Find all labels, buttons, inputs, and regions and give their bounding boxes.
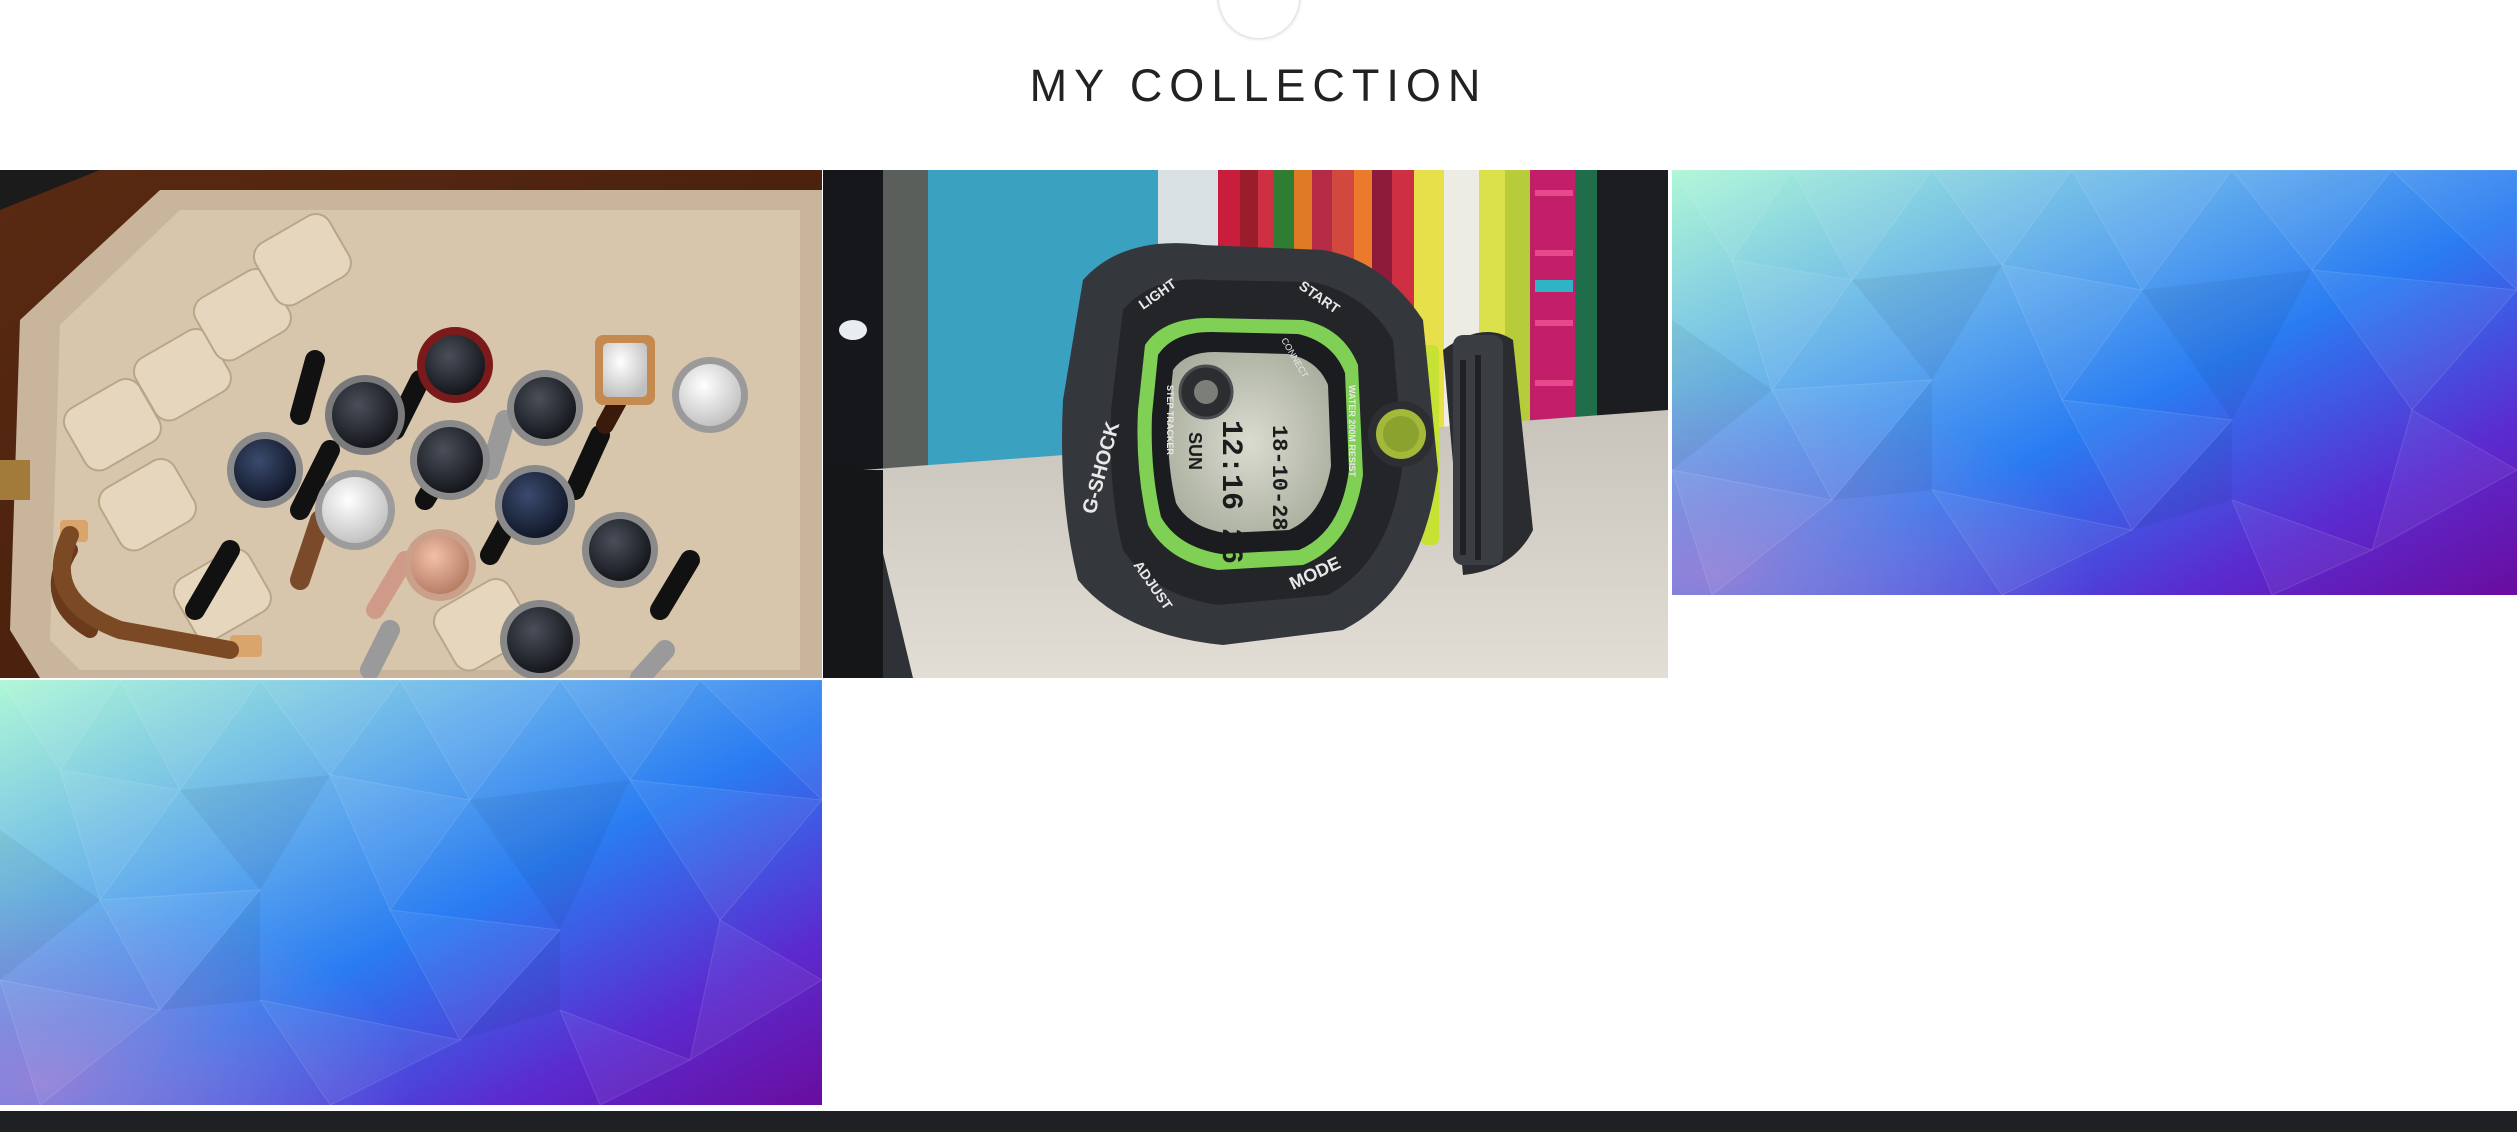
page: MY COLLECTION 12:16 26 18-10-28 SUN G-SH… <box>0 0 2517 1132</box>
gshock-time: 12:16 26 <box>1213 420 1247 564</box>
gradient-image-1 <box>1672 170 2517 595</box>
gshock-water: WATER 200M RESIST <box>1347 385 1357 477</box>
page-title: MY COLLECTION <box>1029 60 1488 111</box>
gshock-day: SUN <box>1185 432 1205 470</box>
gradient-image-2 <box>0 680 822 1105</box>
gshock-image: 12:16 26 18-10-28 SUN G-SHOCK LIGHT STAR… <box>823 170 1668 678</box>
avatar[interactable] <box>1219 0 1299 38</box>
watch-case-image <box>0 170 822 678</box>
footer-bar <box>0 1111 2517 1132</box>
gshock-tile[interactable]: 12:16 26 18-10-28 SUN G-SHOCK LIGHT STAR… <box>823 170 1668 678</box>
gshock-date: 18-10-28 <box>1266 425 1291 531</box>
gshock-step: STEP TRACKER <box>1165 385 1175 455</box>
watch-case-tile[interactable] <box>0 170 822 678</box>
gradient-placeholder-2[interactable] <box>0 680 822 1105</box>
gradient-placeholder-1[interactable] <box>1672 170 2517 595</box>
